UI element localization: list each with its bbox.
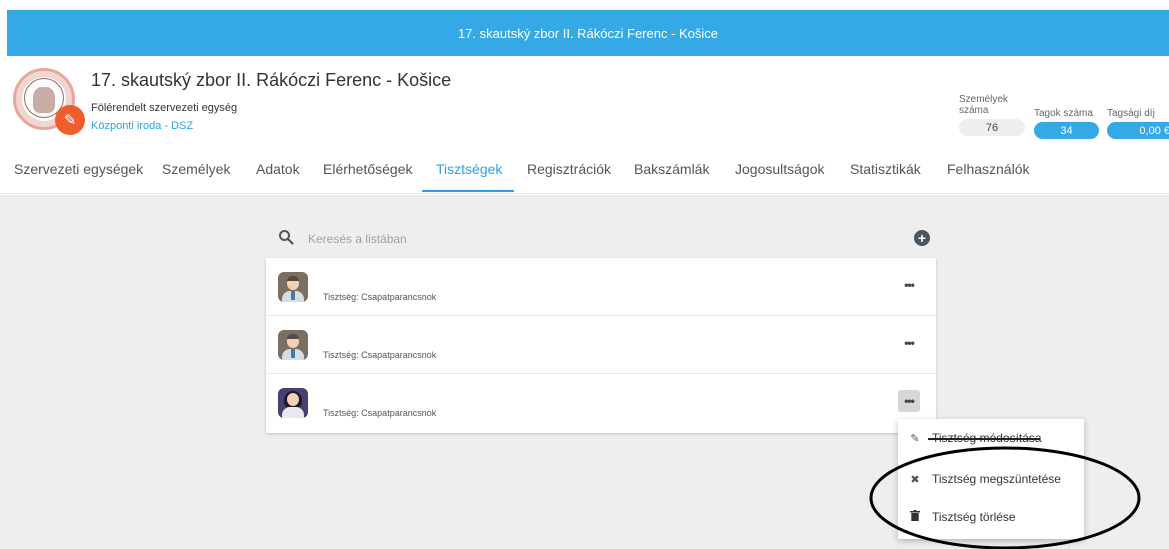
- avatar: [278, 330, 308, 360]
- tab-bank-accounts[interactable]: Bakszámlák: [634, 161, 709, 177]
- menu-item-terminate-position[interactable]: ✖ Tisztség megszüntetése: [898, 460, 1084, 498]
- tab-registrations[interactable]: Regisztrációk: [527, 161, 611, 177]
- close-icon: ✖: [910, 473, 920, 486]
- search-input[interactable]: Keresés a listában: [308, 232, 407, 246]
- pencil-icon[interactable]: ✎: [55, 105, 85, 135]
- position-label: Tisztség: Csapatparancsnok: [323, 292, 437, 302]
- tab-positions[interactable]: Tisztségek: [436, 161, 502, 177]
- avatar: [278, 272, 308, 302]
- menu-item-label: Tisztség megszüntetése: [932, 472, 1061, 486]
- strike-through-mark: [928, 438, 1040, 440]
- list-item[interactable]: Tisztség: Csapatparancsnok •••: [266, 316, 936, 374]
- stat-persons-value: 76: [959, 119, 1025, 136]
- list-item[interactable]: Tisztség: Csapatparancsnok •••: [266, 258, 936, 316]
- stat-fee-value: 0,00 €: [1107, 122, 1169, 139]
- tab-statistics[interactable]: Statisztikák: [850, 161, 921, 177]
- positions-list: Tisztség: Csapatparancsnok ••• Tisztség:…: [266, 258, 936, 433]
- list-search: Keresés a listában +: [266, 220, 936, 256]
- context-menu: ✎ Tisztség módosítása ✖ Tisztség megszün…: [898, 419, 1084, 539]
- plus-circle-icon[interactable]: +: [914, 230, 930, 246]
- tab-data[interactable]: Adatok: [256, 161, 300, 177]
- trash-icon: [908, 510, 922, 524]
- top-bar: 17. skautský zbor II. Rákóczi Ferenc - K…: [7, 10, 1169, 56]
- avatar: [278, 388, 308, 418]
- parent-unit-link[interactable]: Központi iroda - DSZ: [91, 120, 193, 132]
- top-bar-title: 17. skautský zbor II. Rákóczi Ferenc - K…: [457, 25, 719, 41]
- tab-users[interactable]: Felhasználók: [947, 161, 1030, 177]
- position-label: Tisztség: Csapatparancsnok: [323, 350, 437, 360]
- menu-item-label: Tisztség törlése: [932, 510, 1016, 524]
- tab-bar: Szervezeti egységek Személyek Adatok Elé…: [0, 144, 1169, 194]
- stat-members: Tagok száma 34: [1034, 108, 1099, 139]
- page-title: 17. skautský zbor II. Rákóczi Ferenc - K…: [91, 70, 452, 90]
- position-label: Tisztség: Csapatparancsnok: [323, 408, 437, 418]
- stat-persons-label-1: Személyek: [959, 94, 1008, 105]
- parent-unit-label: Fölérendelt szervezeti egység: [91, 102, 238, 114]
- more-options-button[interactable]: •••: [898, 332, 920, 354]
- more-options-button[interactable]: •••: [898, 390, 920, 412]
- stat-fee: Tagsági díj 0,00 €: [1107, 108, 1169, 139]
- menu-item-modify-position[interactable]: ✎ Tisztség módosítása: [898, 419, 1084, 457]
- stat-members-value: 34: [1034, 122, 1099, 139]
- stat-persons: Személyek száma 76: [959, 94, 1025, 136]
- organization-header: ✎ 17. skautský zbor II. Rákóczi Ferenc -…: [7, 56, 1169, 144]
- more-options-button[interactable]: •••: [898, 274, 920, 296]
- tab-contacts[interactable]: Elérhetőségek: [323, 161, 413, 177]
- search-icon: [279, 230, 294, 245]
- stat-fee-label: Tagsági díj: [1107, 108, 1155, 119]
- list-item[interactable]: Tisztség: Csapatparancsnok •••: [266, 374, 936, 432]
- tab-permissions[interactable]: Jogosultságok: [735, 161, 825, 177]
- tab-organizational-units[interactable]: Szervezeti egységek: [14, 161, 143, 177]
- edit-icon: ✎: [910, 432, 920, 445]
- tab-persons[interactable]: Személyek: [162, 161, 230, 177]
- stat-members-label: Tagok száma: [1034, 108, 1093, 119]
- menu-item-delete-position[interactable]: Tisztség törlése: [898, 498, 1084, 536]
- active-tab-indicator: [422, 190, 514, 192]
- stat-persons-label-2: száma: [959, 105, 989, 116]
